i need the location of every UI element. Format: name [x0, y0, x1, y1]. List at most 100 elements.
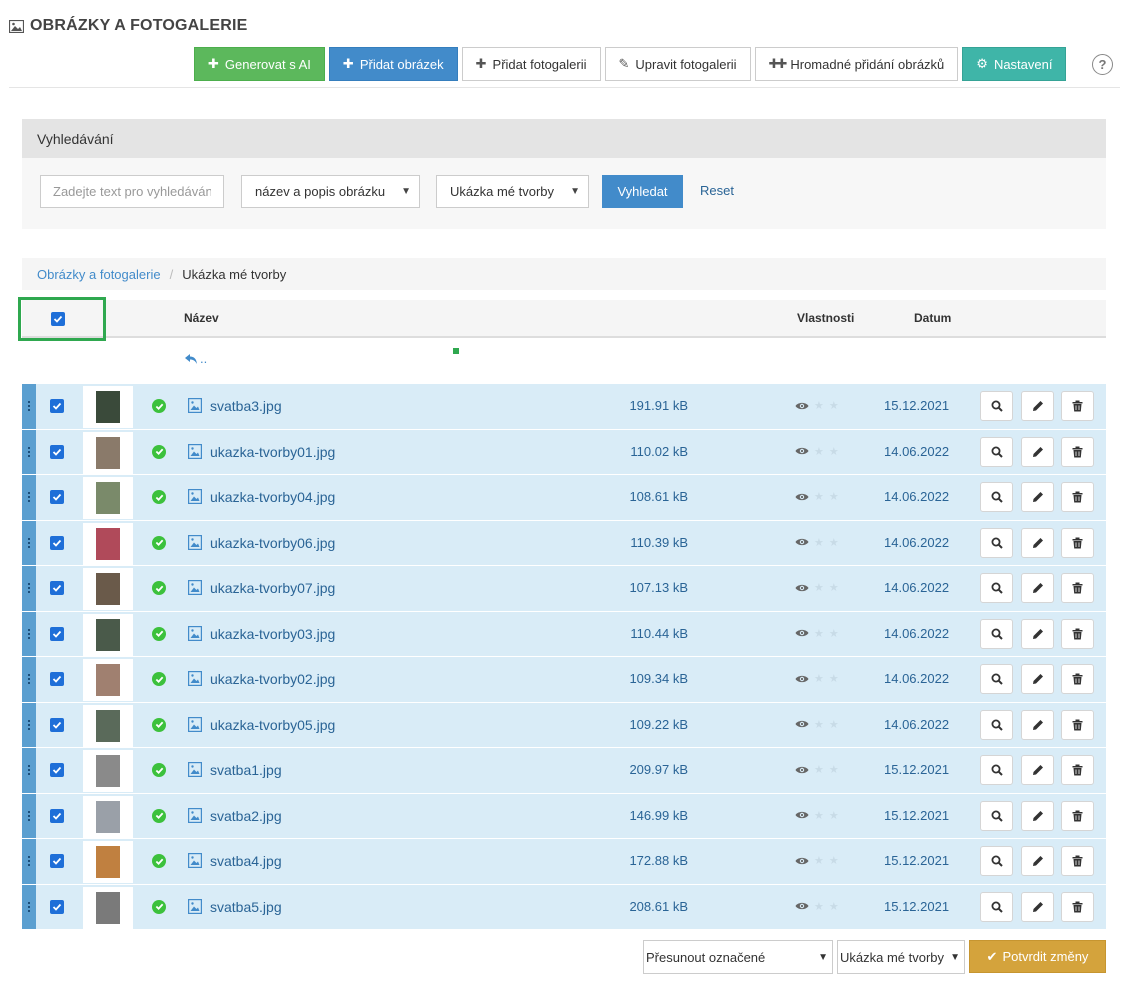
table-row[interactable]: ukazka-tvorby03.jpg 110.44 kB ★ ★ 14.06.…	[22, 611, 1106, 657]
row-checkbox[interactable]	[50, 672, 64, 686]
star-icon[interactable]: ★	[814, 809, 824, 822]
drag-handle-icon[interactable]	[22, 429, 36, 474]
reset-link[interactable]: Reset	[700, 183, 734, 198]
table-row[interactable]: svatba5.jpg 208.61 kB ★ ★ 15.12.2021	[22, 884, 1106, 930]
thumbnail[interactable]	[83, 477, 133, 519]
star-icon[interactable]: ★	[814, 490, 824, 503]
settings-button[interactable]: ⚙ Nastavení	[962, 47, 1067, 81]
row-checkbox[interactable]	[50, 854, 64, 868]
delete-button[interactable]	[1061, 527, 1094, 558]
lock-icon[interactable]: ★	[829, 399, 839, 412]
drag-handle-icon[interactable]	[22, 793, 36, 838]
edit-button[interactable]	[1021, 618, 1054, 649]
search-gallery-select[interactable]: Ukázka mé tvorby ▼	[436, 175, 589, 208]
edit-button[interactable]	[1021, 436, 1054, 467]
thumbnail[interactable]	[83, 886, 133, 929]
thumbnail[interactable]	[83, 795, 133, 838]
eye-icon[interactable]	[795, 856, 809, 866]
drag-handle-icon[interactable]	[22, 611, 36, 656]
zoom-button[interactable]	[980, 846, 1013, 876]
eye-icon[interactable]	[795, 537, 809, 547]
table-row[interactable]: svatba3.jpg 191.91 kB ★ ★ 15.12.2021	[22, 384, 1106, 430]
zoom-button[interactable]	[980, 800, 1013, 831]
table-row[interactable]: ukazka-tvorby05.jpg 109.22 kB ★ ★ 14.06.…	[22, 702, 1106, 748]
star-icon[interactable]: ★	[814, 763, 824, 776]
row-checkbox[interactable]	[50, 763, 64, 777]
row-checkbox[interactable]	[50, 717, 64, 732]
drag-handle-icon[interactable]	[22, 657, 36, 702]
lock-icon[interactable]: ★	[829, 445, 839, 458]
file-name-link[interactable]: ukazka-tvorby05.jpg	[210, 717, 335, 733]
confirm-changes-button[interactable]: ✔ Potvrdit změny	[969, 940, 1106, 973]
eye-icon[interactable]	[795, 719, 809, 729]
edit-button[interactable]	[1021, 800, 1054, 831]
zoom-button[interactable]	[980, 573, 1013, 603]
row-checkbox[interactable]	[50, 535, 64, 550]
column-name-header[interactable]: Název	[184, 311, 219, 325]
lock-icon[interactable]: ★	[829, 809, 839, 822]
table-row[interactable]: ukazka-tvorby04.jpg 108.61 kB ★ ★ 14.06.…	[22, 475, 1106, 521]
column-date-header[interactable]: Datum	[914, 311, 951, 325]
row-checkbox[interactable]	[50, 808, 64, 823]
zoom-button[interactable]	[980, 755, 1013, 785]
star-icon[interactable]: ★	[814, 536, 824, 549]
eye-icon[interactable]	[795, 401, 809, 411]
zoom-button[interactable]	[980, 891, 1013, 922]
thumbnail[interactable]	[83, 568, 133, 610]
lock-icon[interactable]: ★	[829, 536, 839, 549]
add-gallery-button[interactable]: ✚ Přidat fotogalerii	[461, 47, 601, 81]
eye-icon[interactable]	[795, 446, 809, 456]
thumbnail[interactable]	[83, 704, 133, 747]
delete-button[interactable]	[1061, 618, 1094, 649]
edit-button[interactable]	[1021, 482, 1054, 512]
drag-handle-icon[interactable]	[22, 839, 36, 884]
row-checkbox[interactable]	[50, 899, 64, 914]
generate-ai-button[interactable]: ✚ Generovat s AI	[194, 47, 325, 81]
delete-button[interactable]	[1061, 482, 1094, 512]
delete-button[interactable]	[1061, 436, 1094, 467]
row-checkbox[interactable]	[50, 626, 64, 641]
eye-icon[interactable]	[795, 810, 809, 820]
lock-icon[interactable]: ★	[829, 718, 839, 731]
search-button[interactable]: Vyhledat	[602, 175, 683, 208]
add-image-button[interactable]: ✚ Přidat obrázek	[328, 47, 458, 81]
edit-button[interactable]	[1021, 573, 1054, 603]
edit-button[interactable]	[1021, 846, 1054, 876]
parent-folder-link[interactable]: ..	[184, 351, 207, 366]
delete-button[interactable]	[1061, 664, 1094, 694]
target-gallery-select[interactable]: Ukázka mé tvorby ▼	[837, 940, 965, 974]
eye-icon[interactable]	[795, 492, 809, 502]
table-row[interactable]: svatba2.jpg 146.99 kB ★ ★ 15.12.2021	[22, 793, 1106, 839]
table-row[interactable]: ukazka-tvorby07.jpg 107.13 kB ★ ★ 14.06.…	[22, 566, 1106, 612]
file-name-link[interactable]: svatba1.jpg	[210, 762, 282, 778]
zoom-button[interactable]	[980, 664, 1013, 694]
delete-button[interactable]	[1061, 709, 1094, 740]
bulk-add-button[interactable]: ✚✚ Hromadné přidání obrázků	[754, 47, 959, 81]
eye-icon[interactable]	[795, 583, 809, 593]
zoom-button[interactable]	[980, 527, 1013, 558]
move-selected-select[interactable]: Přesunout označené ▼	[643, 940, 833, 974]
delete-button[interactable]	[1061, 755, 1094, 785]
star-icon[interactable]: ★	[814, 672, 824, 685]
table-row[interactable]: ukazka-tvorby02.jpg 109.34 kB ★ ★ 14.06.…	[22, 657, 1106, 703]
file-name-link[interactable]: svatba4.jpg	[210, 853, 282, 869]
table-row[interactable]: ukazka-tvorby06.jpg 110.39 kB ★ ★ 14.06.…	[22, 520, 1106, 566]
table-row[interactable]: svatba4.jpg 172.88 kB ★ ★ 15.12.2021	[22, 839, 1106, 885]
lock-icon[interactable]: ★	[829, 854, 839, 867]
edit-button[interactable]	[1021, 527, 1054, 558]
zoom-button[interactable]	[980, 482, 1013, 512]
search-field-select[interactable]: název a popis obrázku ▼	[241, 175, 420, 208]
edit-button[interactable]	[1021, 391, 1054, 421]
file-name-link[interactable]: svatba2.jpg	[210, 808, 282, 824]
edit-button[interactable]	[1021, 755, 1054, 785]
thumbnail[interactable]	[83, 841, 133, 883]
parent-folder-row[interactable]: ..	[22, 343, 1106, 383]
drag-handle-icon[interactable]	[22, 475, 36, 520]
lock-icon[interactable]: ★	[829, 627, 839, 640]
edit-button[interactable]	[1021, 709, 1054, 740]
delete-button[interactable]	[1061, 391, 1094, 421]
table-row[interactable]: svatba1.jpg 209.97 kB ★ ★ 15.12.2021	[22, 748, 1106, 794]
file-name-link[interactable]: ukazka-tvorby04.jpg	[210, 489, 335, 505]
lock-icon[interactable]: ★	[829, 900, 839, 913]
row-checkbox[interactable]	[50, 581, 64, 595]
